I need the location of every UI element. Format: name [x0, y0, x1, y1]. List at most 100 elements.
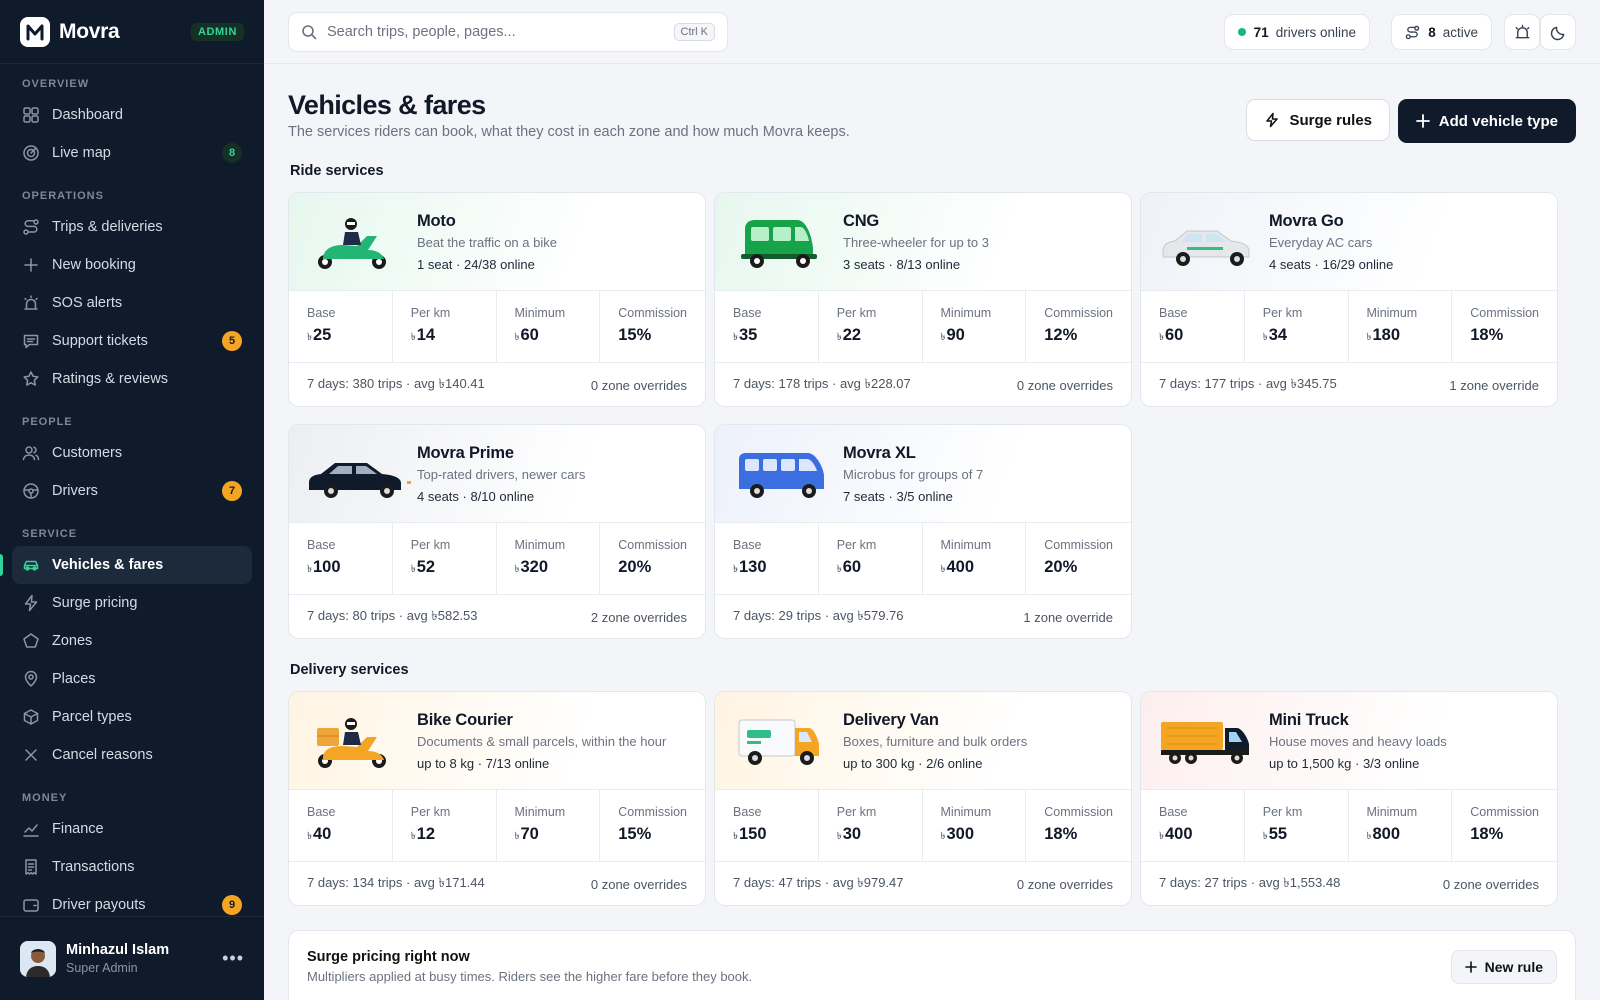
sidebar-item-ratings-reviews[interactable]: Ratings & reviews [12, 360, 252, 398]
fare-amount: 30 [842, 825, 862, 843]
sidebar-item-driver-payouts[interactable]: Driver payouts 9 [12, 886, 252, 916]
sos-alerts-button[interactable] [1504, 14, 1540, 50]
service-description: Microbus for groups of 7 [843, 466, 984, 482]
fare-label: Commission [1044, 805, 1114, 819]
card-footer: 7 days: 27 trips · avg ৳1,553.48 0 zone o… [1141, 862, 1557, 905]
currency-symbol: ৳ [1262, 332, 1268, 343]
online-dot-icon [1237, 28, 1246, 36]
fare-value: ৳300 [941, 825, 1008, 846]
fare-commission: Commission 20% [1026, 523, 1131, 594]
fare-base: Base ৳35 [715, 291, 819, 362]
sidebar-item-sos-alerts[interactable]: SOS alerts [12, 284, 252, 322]
currency-symbol: ৳ [836, 564, 842, 575]
sidebar-item-zones[interactable]: Zones [12, 622, 252, 660]
star-icon [23, 371, 39, 386]
currency-symbol: ৳ [514, 831, 520, 842]
ride-services-heading: Ride services [290, 163, 384, 179]
fare-value: 15% [618, 825, 687, 844]
drivers-online-label: drivers online [1275, 24, 1356, 40]
chart-icon [23, 824, 39, 837]
fare-grid: Base ৳25 Per km ৳14 Minimum ৳60 Commission 15% [289, 291, 705, 363]
sidebar-item-customers[interactable]: Customers [12, 434, 252, 472]
brand-name: Movra [59, 19, 120, 43]
service-card[interactable]: Delivery Van Boxes, furniture and bulk or… [714, 691, 1132, 906]
add-vehicle-type-button[interactable]: Add vehicle type [1397, 99, 1576, 143]
currency-symbol: ৳ [1366, 332, 1372, 343]
sidebar-item-cancel-reasons[interactable]: Cancel reasons [12, 736, 252, 774]
sidebar-item-parcel-types[interactable]: Parcel types [12, 698, 252, 736]
zone-overrides: 1 zone override [1449, 377, 1539, 393]
fare-grid: Base ৳40 Per km ৳12 Minimum ৳70 Commission 15% [289, 790, 705, 862]
fare-minimum: Minimum ৳70 [497, 790, 601, 861]
theme-toggle-button[interactable] [1540, 14, 1576, 50]
sidebar-item-support-tickets[interactable]: Support tickets 5 [12, 322, 252, 360]
service-card[interactable]: Mini Truck House moves and heavy loads up … [1140, 691, 1558, 906]
service-description: Boxes, furniture and bulk orders [843, 733, 1028, 749]
active-label: active [1442, 24, 1478, 40]
fare-value: ৳90 [941, 326, 1008, 347]
service-card[interactable]: Bike Courier Documents & small parcels, w… [288, 691, 706, 906]
zone-overrides: 0 zone overrides [590, 876, 687, 892]
search-icon [302, 25, 317, 40]
service-card[interactable]: CNG Three-wheeler for up to 3 3 seats · 8/… [714, 192, 1132, 407]
card-header: Bike Courier Documents & small parcels, w… [289, 692, 705, 790]
sidebar-item-live-map[interactable]: Live map 8 [12, 134, 252, 172]
fare-value: ৳60 [837, 558, 904, 579]
fare-value: ৳30 [837, 825, 904, 846]
currency-symbol: ৳ [733, 831, 738, 842]
service-card[interactable]: Movra XL Microbus for groups of 7 7 seats … [714, 424, 1132, 639]
sidebar-item-transactions[interactable]: Transactions [12, 848, 252, 886]
sidebar-item-places[interactable]: Places [12, 660, 252, 698]
fare-label: Commission [1044, 306, 1114, 320]
sidebar-item-finance[interactable]: Finance [12, 810, 252, 848]
sidebar-item-new-booking[interactable]: New booking [12, 246, 252, 284]
search-box[interactable]: Ctrl K [288, 12, 728, 52]
sidebar-item-surge-pricing[interactable]: Surge pricing [12, 584, 252, 622]
search-input[interactable] [327, 24, 674, 40]
fare-value: ৳70 [515, 825, 582, 846]
active-trips-pill[interactable]: 8 active [1391, 14, 1492, 50]
more-options-icon[interactable]: ••• [222, 948, 244, 969]
fare-base: Base ৳25 [289, 291, 393, 362]
service-card[interactable]: Movra Go Everyday AC cars 4 seats · 16/29 … [1140, 192, 1558, 407]
user-profile[interactable]: Minhazul Islam Super Admin ••• [0, 916, 264, 1000]
fare-commission: Commission 20% [600, 523, 705, 594]
sidebar-item-label: New booking [52, 257, 136, 273]
fare-amount: 130 [738, 558, 767, 576]
service-name: Movra XL [843, 443, 916, 462]
nav-count-badge: 8 [222, 143, 242, 163]
service-description: Everyday AC cars [1269, 234, 1373, 250]
service-card[interactable]: Moto Beat the traffic on a bike 1 seat · 2… [288, 192, 706, 407]
service-name: Delivery Van [843, 710, 939, 729]
service-card[interactable]: Movra Prime Top-rated drivers, newer cars… [288, 424, 706, 639]
sidebar-item-dashboard[interactable]: Dashboard [12, 96, 252, 134]
fare-amount: 60 [1164, 326, 1184, 344]
sidebar-item-label: Trips & deliveries [52, 219, 163, 235]
drivers-online-pill[interactable]: 71 drivers online [1223, 14, 1370, 50]
fare-label: Per km [1262, 805, 1303, 819]
fare-base: Base ৳60 [1141, 291, 1245, 362]
card-info: Moto Beat the traffic on a bike 1 seat · 2… [417, 212, 557, 272]
fare-label: Minimum [514, 805, 566, 819]
sidebar-item-drivers[interactable]: Drivers 7 [12, 472, 252, 510]
fare-amount: 20% [618, 558, 652, 576]
service-capacity: 3 seats · 8/13 online [843, 256, 961, 272]
surge-rules-button[interactable]: Surge rules [1246, 99, 1390, 141]
fare-amount: 55 [1268, 825, 1288, 843]
card-header: Movra Prime Top-rated drivers, newer cars… [289, 425, 705, 523]
search-shortcut: Ctrl K [673, 23, 715, 41]
new-rule-button[interactable]: New rule [1450, 950, 1557, 984]
movra-logo-icon[interactable] [20, 16, 50, 47]
service-capacity: 7 seats · 3/5 online [843, 488, 953, 504]
sidebar: Movra ADMIN OVERVIEW Dashboard Live map 8 OP… [0, 0, 264, 1000]
service-name: Movra Go [1269, 211, 1344, 230]
fare-value: 12% [1044, 326, 1113, 345]
sidebar-item-trips-deliveries[interactable]: Trips & deliveries [12, 208, 252, 246]
fare-value: 20% [1044, 558, 1113, 577]
sidebar-item-vehicles-fares[interactable]: Vehicles & fares [0, 546, 252, 584]
fare-amount: 320 [520, 558, 549, 576]
service-capacity: 4 seats · 16/29 online [1269, 256, 1394, 272]
service-capacity: 1 seat · 24/38 online [417, 256, 535, 272]
fare-label: Per km [836, 805, 877, 819]
fare-label: Per km [410, 805, 451, 819]
